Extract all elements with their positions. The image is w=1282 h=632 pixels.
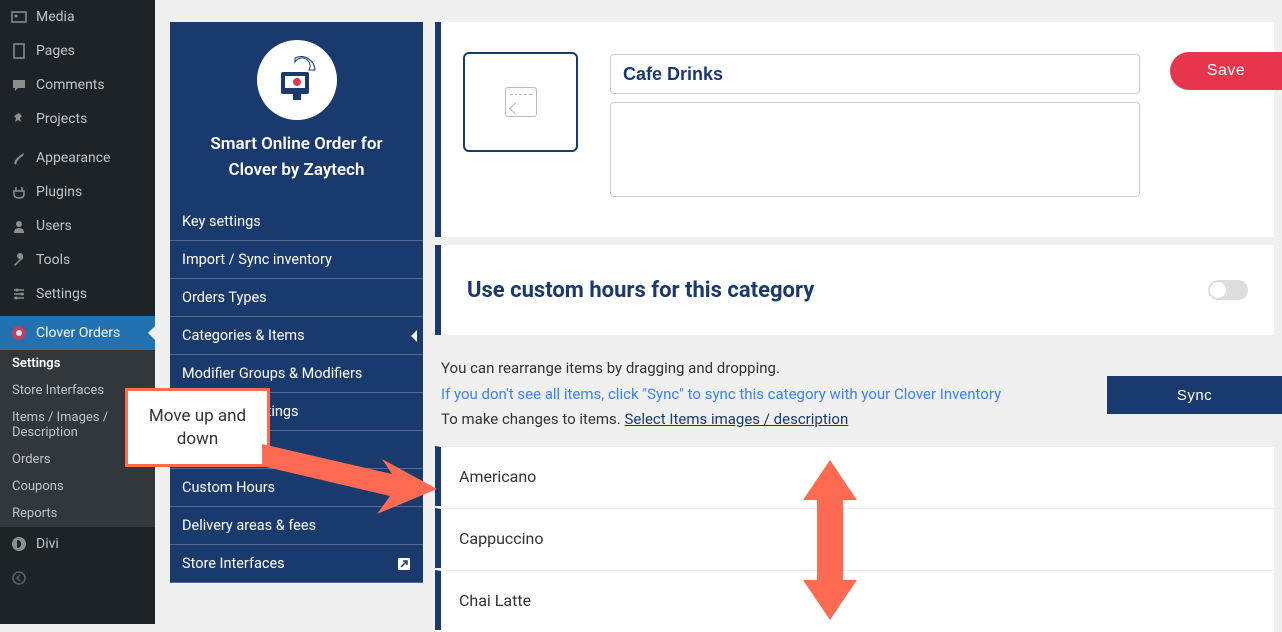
sidebar-item-collapse[interactable] — [0, 561, 155, 595]
item-name: Americano — [459, 467, 536, 486]
external-link-icon — [397, 557, 411, 571]
custom-hours-label: Use custom hours for this category — [467, 278, 814, 303]
plugin-menu-key-settings[interactable]: Key settings — [170, 203, 423, 241]
media-icon — [10, 8, 28, 26]
plugin-menu-label: Modifier Groups & Modifiers — [182, 365, 362, 382]
info-line-3-text: To make changes to items. — [441, 410, 624, 428]
divi-icon — [10, 535, 28, 553]
sidebar-item-pages[interactable]: Pages — [0, 34, 155, 68]
sidebar-item-comments[interactable]: Comments — [0, 68, 155, 102]
annotation-arrow-right — [262, 424, 442, 524]
sidebar-label: Clover Orders — [36, 325, 120, 341]
custom-hours-toggle[interactable] — [1208, 280, 1248, 300]
item-name: Chai Latte — [459, 591, 531, 610]
sidebar-label: Projects — [36, 111, 87, 127]
plugin-logo-icon — [257, 40, 337, 120]
submenu-coupons[interactable]: Coupons — [0, 473, 155, 500]
category-editor-panel: Save — [435, 22, 1274, 237]
plugin-header: Smart Online Order for Clover by Zaytech — [170, 22, 423, 203]
broken-image-icon — [505, 87, 537, 117]
wrench-icon — [10, 251, 28, 269]
chevron-left-icon — [411, 330, 417, 342]
callout-text: Move up and down — [128, 405, 267, 449]
sidebar-item-projects[interactable]: Projects — [0, 102, 155, 136]
custom-hours-panel: Use custom hours for this category — [435, 245, 1274, 335]
sidebar-label: Tools — [36, 252, 70, 268]
sidebar-label: Plugins — [36, 184, 82, 200]
sync-button[interactable]: Sync — [1107, 376, 1282, 414]
category-image-upload[interactable] — [463, 52, 578, 152]
plugin-menu-categories-items[interactable]: Categories & Items — [170, 317, 423, 355]
plugin-menu-label: Import / Sync inventory — [182, 251, 332, 268]
sidebar-label: Appearance — [36, 150, 110, 166]
plugin-menu-label: Orders Types — [182, 289, 267, 306]
sidebar-label: Comments — [36, 77, 105, 93]
annotation-callout: Move up and down — [125, 388, 270, 467]
plugin-title: Smart Online Order for Clover by Zaytech — [190, 132, 403, 183]
sidebar-item-divi[interactable]: Divi — [0, 527, 155, 561]
sidebar-label: Settings — [36, 286, 87, 302]
collapse-icon — [10, 569, 28, 587]
plugin-menu-store-interfaces[interactable]: Store Interfaces — [170, 545, 423, 583]
plugin-menu-label: Categories & Items — [182, 327, 305, 344]
sidebar-item-users[interactable]: Users — [0, 209, 155, 243]
submenu-reports[interactable]: Reports — [0, 500, 155, 527]
annotation-arrow-updown — [795, 460, 865, 620]
item-name: Cappuccino — [459, 529, 544, 548]
select-items-link[interactable]: Select Items images / description — [624, 410, 848, 428]
category-description-input[interactable] — [610, 102, 1140, 197]
wp-admin-sidebar: Media Pages Comments Projects Appearance… — [0, 0, 155, 624]
plugin-menu-orders-types[interactable]: Orders Types — [170, 279, 423, 317]
sidebar-label: Pages — [36, 43, 75, 59]
sidebar-item-tools[interactable]: Tools — [0, 243, 155, 277]
category-name-input[interactable] — [610, 54, 1140, 94]
sidebar-item-clover-orders[interactable]: Clover Orders — [0, 316, 155, 350]
plugin-menu-label: Key settings — [182, 213, 261, 230]
plugin-menu-import-sync[interactable]: Import / Sync inventory — [170, 241, 423, 279]
page-icon — [10, 42, 28, 60]
comment-icon — [10, 76, 28, 94]
sidebar-item-media[interactable]: Media — [0, 0, 155, 34]
brush-icon — [10, 149, 28, 167]
sidebar-item-appearance[interactable]: Appearance — [0, 141, 155, 175]
sliders-icon — [10, 285, 28, 303]
sidebar-label: Users — [36, 218, 72, 234]
submenu-settings[interactable]: Settings — [0, 350, 155, 377]
sidebar-label: Media — [36, 9, 75, 25]
plugin-menu-label: Store Interfaces — [182, 555, 285, 572]
pin-icon — [10, 110, 28, 128]
user-icon — [10, 217, 28, 235]
sidebar-item-settings[interactable]: Settings — [0, 277, 155, 311]
clover-icon — [10, 324, 28, 342]
plug-icon — [10, 183, 28, 201]
save-button[interactable]: Save — [1170, 52, 1282, 90]
sidebar-label: Divi — [36, 536, 59, 552]
sidebar-item-plugins[interactable]: Plugins — [0, 175, 155, 209]
